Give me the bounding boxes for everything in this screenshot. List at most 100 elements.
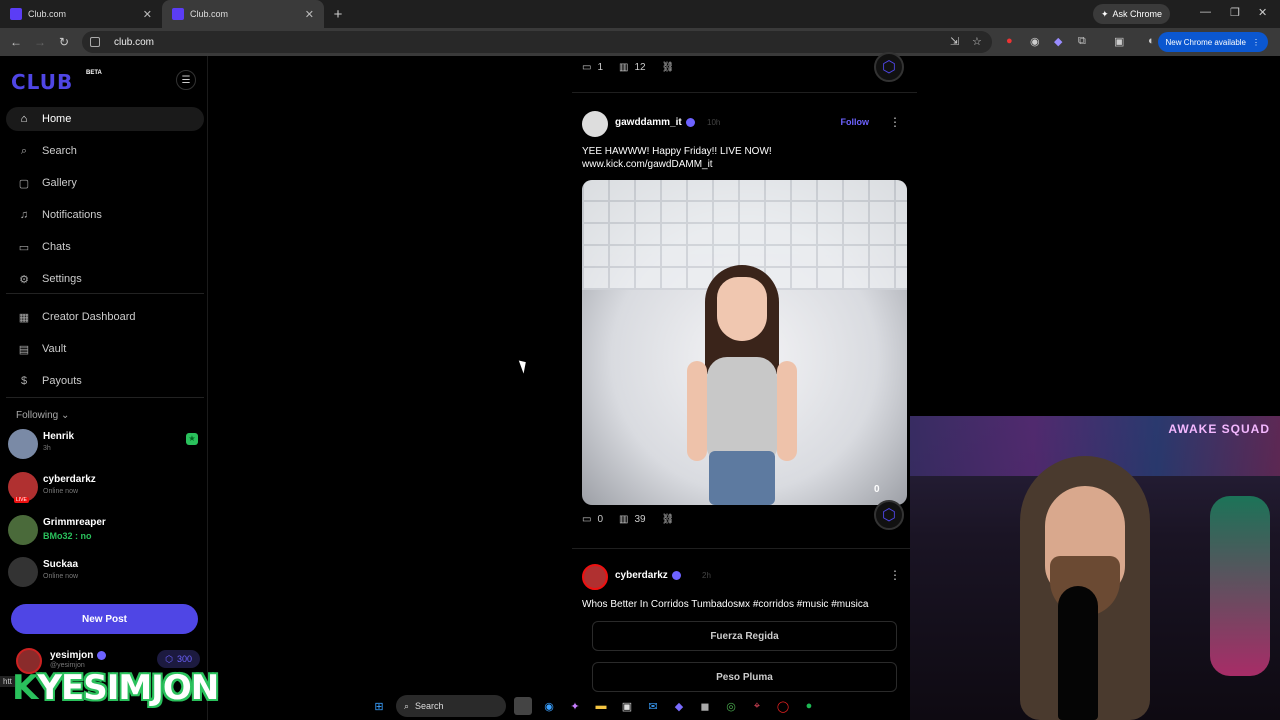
teams-icon[interactable]: ◆ — [670, 697, 688, 715]
avatar[interactable] — [582, 111, 608, 137]
opera-icon[interactable]: ◯ — [774, 697, 792, 715]
following-toggle[interactable]: Following ⌄ — [16, 410, 69, 421]
token-icon: ⬡ — [165, 653, 173, 664]
sidebar-item-gallery[interactable]: ▢ Gallery — [6, 171, 204, 195]
comment-count: 0 — [597, 514, 604, 525]
dollar-icon: $ — [20, 375, 28, 387]
ask-chrome-label: Ask Chrome — [1112, 9, 1162, 19]
site-info-icon[interactable] — [90, 37, 100, 47]
bell-icon: ♫ — [19, 209, 29, 221]
taskbar-search[interactable]: ⌕ Search — [396, 695, 506, 717]
beta-badge: BETA — [86, 70, 102, 76]
following-user[interactable]: LIVE cyberdarkz Online now — [8, 472, 200, 503]
folder-icon[interactable]: ▬ — [592, 697, 610, 715]
comment-icon[interactable]: ▭ — [582, 62, 591, 73]
chat-icon: ▭ — [18, 241, 30, 254]
post-header: gawddamm_it 10h Follow ⋮ — [582, 111, 907, 139]
store-icon[interactable]: ▣ — [618, 697, 636, 715]
sidebar-item-label: Gallery — [42, 177, 77, 189]
following-user[interactable]: Grimmreaper BMo32 : no — [8, 515, 200, 545]
maps-icon[interactable]: ⌖ — [748, 697, 766, 715]
mail-icon[interactable]: ✉ — [644, 697, 662, 715]
post-author[interactable]: gawddamm_it — [615, 117, 695, 128]
user-status: Online now — [43, 488, 79, 495]
side-panel-icon[interactable]: ▣ — [1114, 35, 1124, 48]
user-name: Henrik — [43, 431, 75, 442]
mouse-cursor-icon — [518, 358, 530, 374]
tip-token-button[interactable]: ⬡ — [874, 500, 904, 530]
edge-icon[interactable]: ◉ — [540, 697, 558, 715]
link-icon[interactable]: ⛓ — [662, 514, 675, 525]
poll-option[interactable]: Fuerza Regida — [592, 621, 897, 651]
coins-badge[interactable]: ⬡ 300 — [157, 650, 200, 668]
post-divider — [572, 548, 917, 549]
post-author[interactable]: cyberdarkz — [615, 570, 681, 581]
new-tab-button[interactable]: + — [324, 0, 352, 28]
back-icon[interactable]: ← — [4, 35, 28, 49]
avatar — [8, 429, 38, 459]
browser-tab-active[interactable]: Club.com ✕ — [162, 0, 324, 28]
home-icon: ⌂ — [20, 113, 28, 125]
sidebar-item-home[interactable]: ⌂ Home — [6, 107, 204, 131]
divider — [6, 293, 204, 294]
profile-avatar[interactable]: ◐ — [1148, 35, 1155, 47]
sidebar-item-label: Chats — [42, 241, 71, 253]
post-text-line: YEE HAWWW! Happy Friday!! LIVE NOW! — [582, 146, 772, 157]
tip-token-button[interactable]: ⬡ — [874, 52, 904, 82]
divider — [6, 397, 204, 398]
sidebar-item-chats[interactable]: ▭ Chats — [6, 235, 204, 259]
forward-icon[interactable]: → — [28, 35, 52, 49]
spotify-icon[interactable]: ● — [800, 697, 818, 715]
sidebar-item-creator-dashboard[interactable]: ▦ Creator Dashboard — [6, 305, 204, 329]
follow-button[interactable]: Follow — [841, 117, 870, 127]
url-field[interactable]: club.com — [82, 31, 992, 53]
chrome-icon[interactable]: ◎ — [722, 697, 740, 715]
post-image[interactable] — [582, 180, 907, 505]
reload-icon[interactable]: ↻ — [52, 35, 76, 49]
close-tab-icon[interactable]: ✕ — [305, 8, 314, 21]
more-options-icon[interactable]: ⋮ — [889, 568, 901, 582]
sidebar-item-settings[interactable]: ⚙ Settings — [6, 267, 204, 291]
new-post-button[interactable]: New Post — [11, 604, 198, 634]
bookmark-star-icon[interactable]: ☆ — [972, 35, 982, 48]
live-badge: LIVE — [14, 497, 29, 503]
app-icon[interactable]: ◼ — [696, 697, 714, 715]
extension-icon[interactable]: ◉ — [1030, 35, 1040, 48]
extension-icon[interactable]: ● — [1006, 35, 1013, 47]
browser-tab[interactable]: Club.com ✕ — [0, 0, 162, 28]
sidebar-item-notifications[interactable]: ♫ Notifications — [6, 203, 204, 227]
comment-icon[interactable]: ▭ — [582, 514, 591, 525]
club-favicon-icon — [172, 8, 184, 20]
restore-icon[interactable]: ❐ — [1230, 6, 1240, 19]
views-count: 39 — [634, 514, 646, 525]
new-chrome-available-button[interactable]: New Chrome available ⋮ — [1157, 32, 1268, 52]
copilot-icon[interactable]: ✦ — [566, 697, 584, 715]
tab-title: Club.com — [190, 9, 229, 19]
extensions-puzzle-icon[interactable]: ⧉ — [1078, 35, 1086, 48]
menu-toggle-icon[interactable]: ☰ — [176, 70, 196, 90]
more-options-icon[interactable]: ⋮ — [889, 115, 901, 129]
post-time: 10h — [707, 118, 721, 127]
post-link[interactable]: www.kick.com/gawdDAMM_it — [582, 158, 772, 171]
following-user[interactable]: Henrik 3h ★ — [8, 429, 200, 459]
task-view-icon[interactable] — [514, 697, 532, 715]
stream-overlay-name: KYESIMJON — [12, 668, 219, 708]
sidebar-item-label: Home — [42, 113, 72, 125]
extension-icon[interactable]: ◆ — [1054, 35, 1062, 48]
sidebar-item-vault[interactable]: ▤ Vault — [6, 337, 204, 361]
gallery-icon: ▢ — [18, 177, 30, 190]
club-logo[interactable]: CLUB — [11, 70, 73, 94]
close-tab-icon[interactable]: ✕ — [143, 8, 152, 21]
sidebar-item-payouts[interactable]: $ Payouts — [6, 369, 204, 393]
windows-start-icon[interactable]: ⊞ — [370, 697, 388, 715]
avatar[interactable] — [582, 564, 608, 590]
install-icon[interactable]: ⇲ — [950, 35, 959, 48]
following-user[interactable]: Suckaa Online now — [8, 557, 200, 587]
minimize-icon[interactable]: — — [1200, 6, 1211, 18]
close-window-icon[interactable]: ✕ — [1258, 6, 1267, 19]
sidebar-item-search[interactable]: ⌕ Search — [6, 139, 204, 163]
link-icon[interactable]: ⛓ — [662, 62, 675, 73]
poll-option[interactable]: Peso Pluma — [592, 662, 897, 692]
ask-chrome-button[interactable]: ✦ Ask Chrome — [1092, 4, 1170, 24]
coins-count: 300 — [176, 654, 192, 664]
